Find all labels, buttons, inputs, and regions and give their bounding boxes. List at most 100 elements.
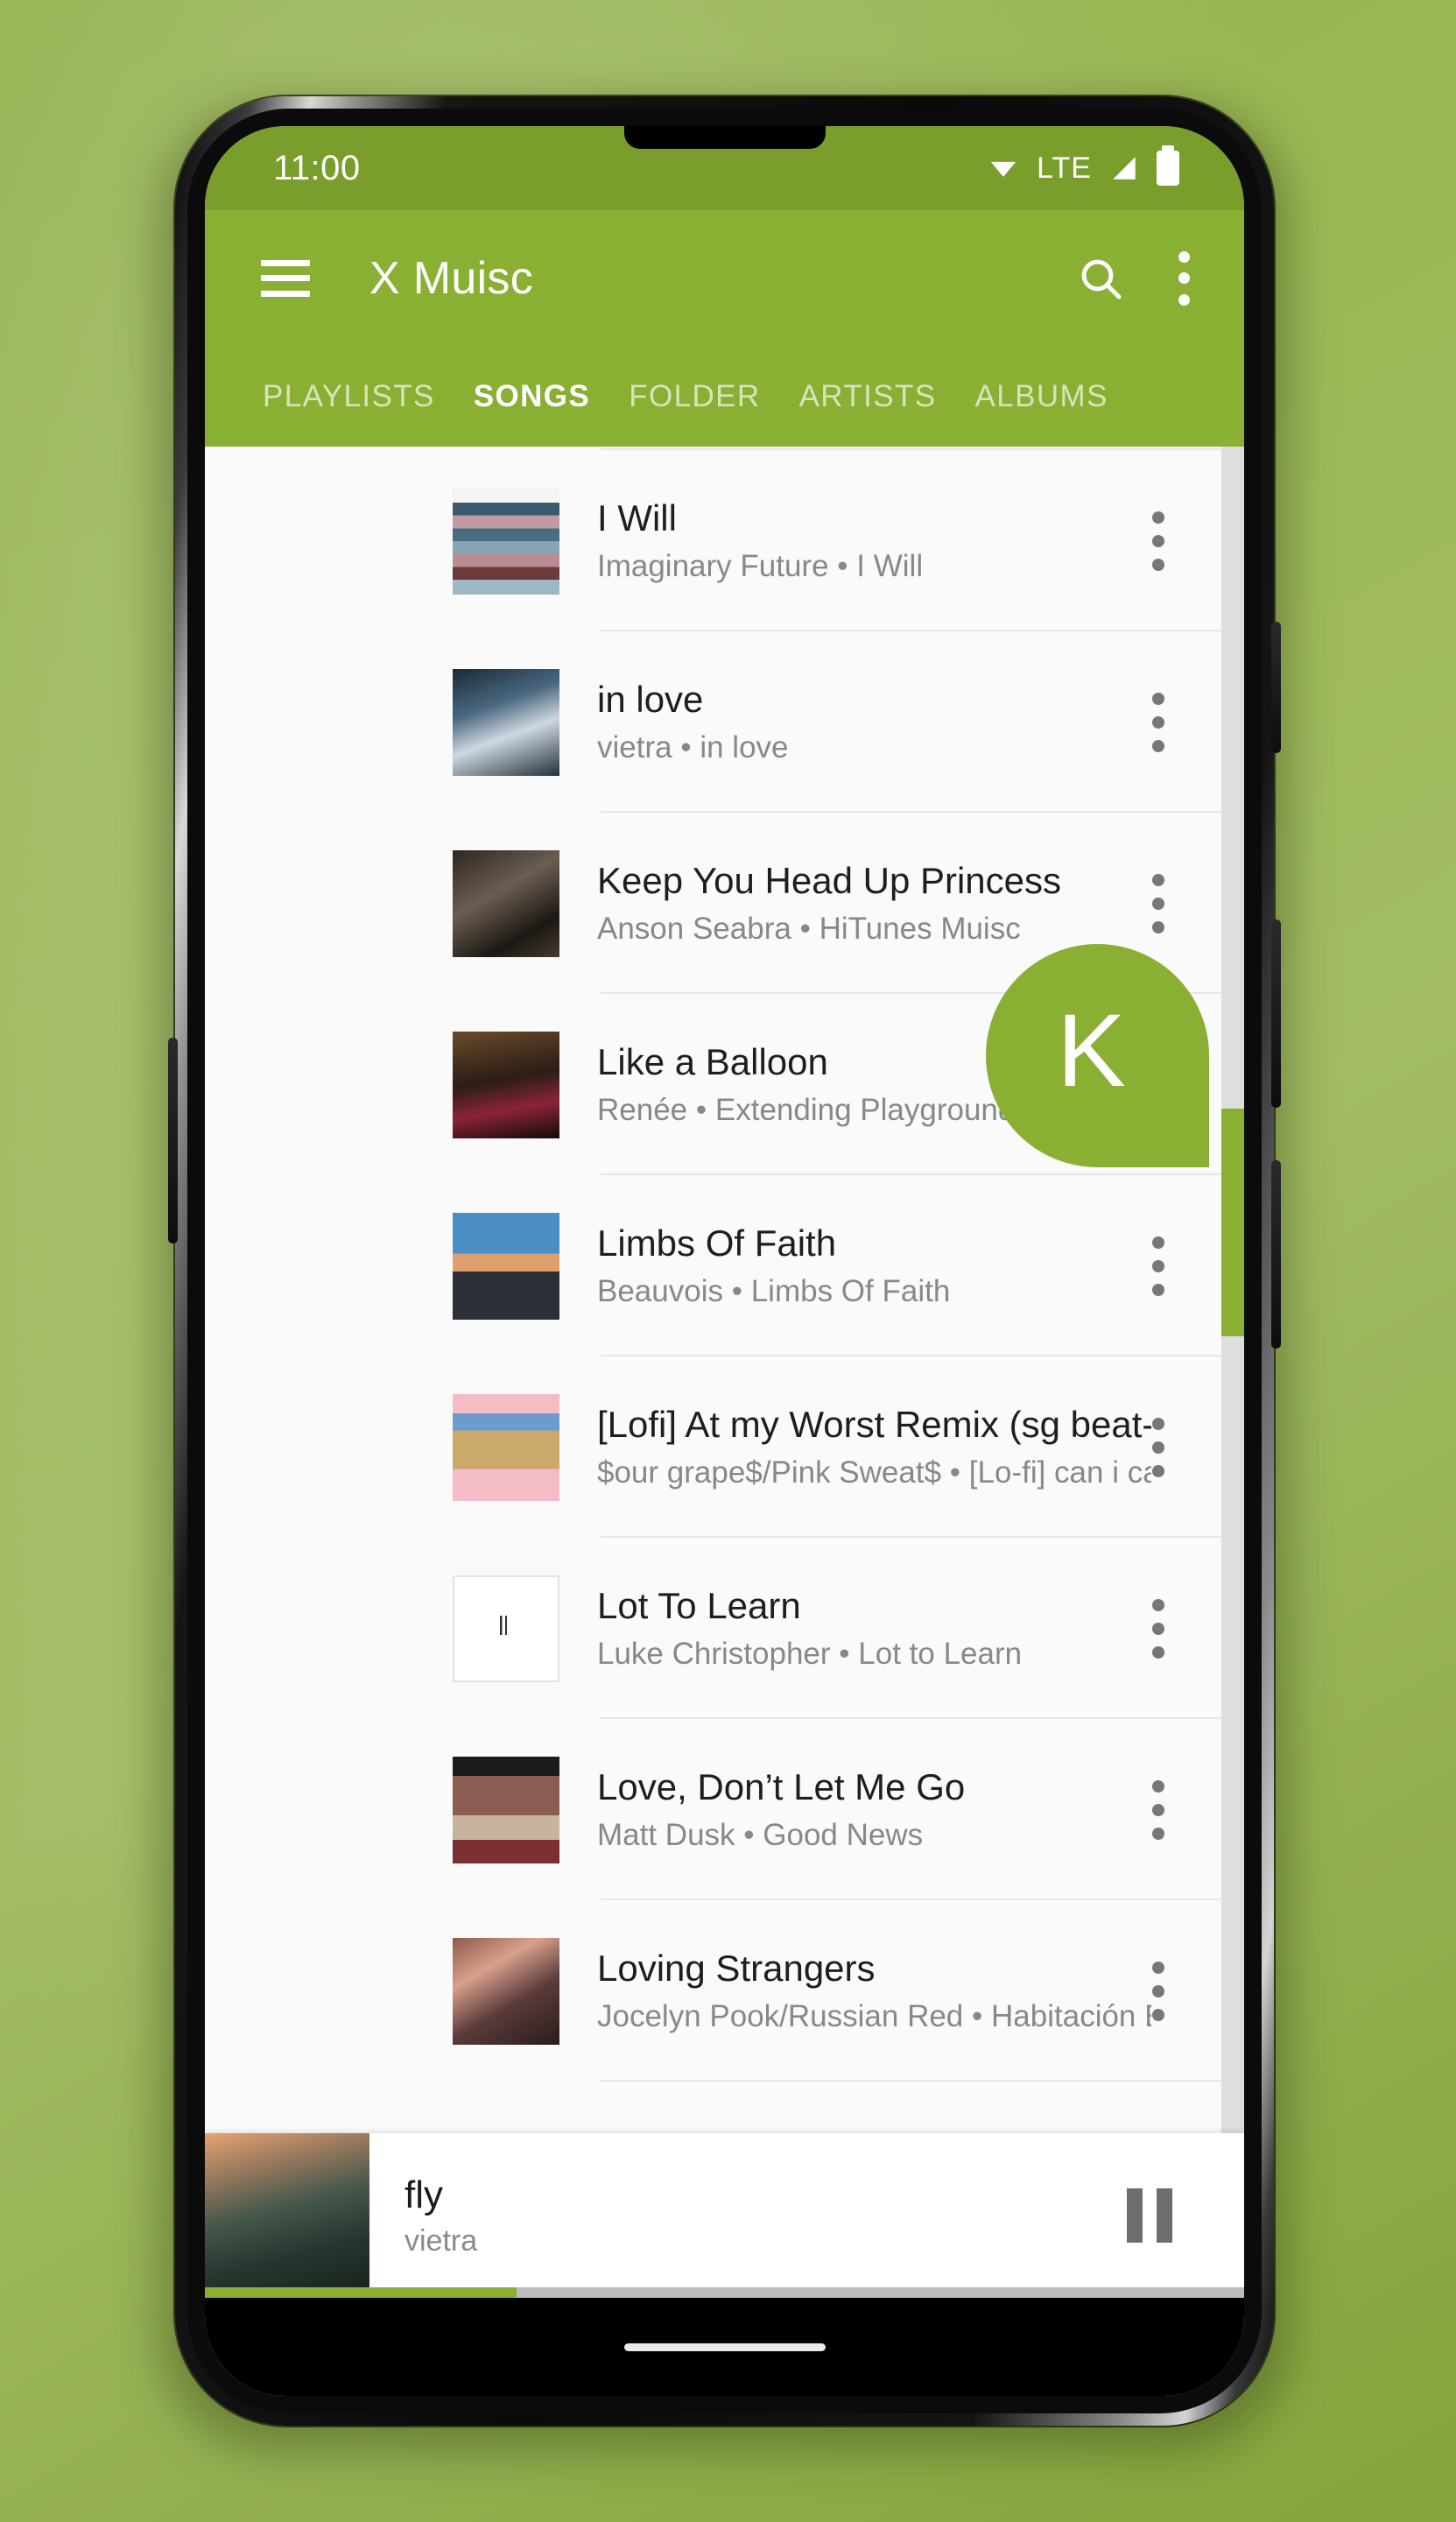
power-button[interactable]	[1271, 622, 1281, 753]
song-list-container: I Will Imaginary Future • I Will in love…	[205, 447, 1244, 2298]
song-album: HiTunes Muisc	[819, 912, 1021, 946]
song-album: Extending Playground	[714, 1093, 1016, 1127]
separator: •	[837, 549, 848, 583]
phone-device: 11:00 LTE X Muisc PLAYLISTS SONGS FOLDER…	[159, 96, 1290, 2450]
song-meta: [Lofi] At my Worst Remix (sg beat-ca… $o…	[597, 1404, 1151, 1490]
song-subtitle: Imaginary Future • I Will	[597, 549, 1151, 584]
table-row[interactable]: in love vietra • in love	[205, 631, 1244, 813]
camera-notch	[623, 126, 826, 149]
signal-icon	[1113, 157, 1136, 180]
phone-screen: 11:00 LTE X Muisc PLAYLISTS SONGS FOLDER…	[205, 126, 1244, 2396]
separator: •	[731, 1274, 742, 1308]
album-art	[453, 668, 559, 776]
album-art	[453, 1574, 559, 1682]
table-row[interactable]: Love, Don’t Let Me Go Matt Dusk • Good N…	[205, 1719, 1244, 1900]
row-overflow-icon[interactable]	[1151, 1779, 1165, 1840]
song-album: Limbs Of Faith	[750, 1274, 951, 1308]
song-meta: Keep You Head Up Princess Anson Seabra •…	[597, 860, 1151, 947]
playback-progress-fill	[205, 2287, 517, 2298]
wifi-icon	[990, 161, 1016, 177]
volume-up-button[interactable]	[1271, 919, 1281, 1108]
album-art	[453, 1031, 559, 1138]
song-artist: Luke Christopher	[597, 1637, 831, 1671]
tab-bar: PLAYLISTS SONGS FOLDER ARTISTS ALBUMS	[205, 346, 1244, 447]
song-meta: Limbs Of Faith Beauvois • Limbs Of Faith	[597, 1222, 1151, 1309]
song-album: [Lo-fi] can i ca…	[968, 1455, 1151, 1490]
album-art	[453, 1393, 559, 1501]
song-subtitle: vietra • in love	[597, 730, 1151, 765]
song-subtitle: Matt Dusk • Good News	[597, 1818, 1151, 1853]
song-meta: I Will Imaginary Future • I Will	[597, 497, 1151, 584]
song-meta: Loving Strangers Jocelyn Pook/Russian Re…	[597, 1948, 1151, 2034]
separator: •	[799, 912, 811, 946]
table-row[interactable]: Limbs Of Faith Beauvois • Limbs Of Faith	[205, 1175, 1244, 1356]
pause-icon[interactable]	[1127, 2188, 1172, 2243]
assistant-button[interactable]	[168, 1038, 178, 1243]
mini-player[interactable]: fly vietra	[205, 2133, 1244, 2298]
separator: •	[972, 1999, 983, 2033]
app-bar: X Muisc	[205, 210, 1244, 346]
song-artist: Renée	[597, 1093, 688, 1127]
row-overflow-icon[interactable]	[1151, 1598, 1165, 1659]
song-title: [Lofi] At my Worst Remix (sg beat-ca…	[597, 1404, 1151, 1445]
row-overflow-icon[interactable]	[1151, 1236, 1165, 1296]
song-title: Love, Don’t Let Me Go	[597, 1766, 966, 1807]
status-icons: LTE	[986, 145, 1179, 186]
separator: •	[695, 1093, 707, 1127]
song-subtitle: Jocelyn Pook/Russian Red • Habitación E…	[597, 1999, 1151, 2034]
tab-playlists[interactable]: PLAYLISTS	[243, 379, 454, 414]
navigation-bar	[205, 2298, 1244, 2396]
row-overflow-icon[interactable]	[1151, 511, 1165, 571]
table-row[interactable]: I Will Imaginary Future • I Will	[205, 450, 1244, 631]
home-indicator[interactable]	[623, 2342, 826, 2351]
song-artist: Imaginary Future	[597, 549, 829, 583]
song-meta: Lot To Learn Luke Christopher • Lot to L…	[597, 1585, 1151, 1672]
table-row[interactable]: Loving Strangers Jocelyn Pook/Russian Re…	[205, 1900, 1244, 2082]
song-artist: Beauvois	[597, 1274, 723, 1308]
app-bar-actions	[1076, 250, 1190, 306]
separator: •	[949, 1455, 961, 1490]
album-art	[453, 849, 559, 957]
separator: •	[680, 730, 692, 764]
tab-folder[interactable]: FOLDER	[609, 379, 779, 414]
song-title: Keep You Head Up Princess	[597, 860, 1062, 901]
song-album: Good News	[763, 1818, 924, 1852]
table-row[interactable]: Lot To Learn Luke Christopher • Lot to L…	[205, 1538, 1244, 1719]
song-album: I Will	[856, 549, 924, 583]
row-overflow-icon[interactable]	[1151, 1417, 1165, 1477]
fast-scroll-bubble[interactable]: K	[986, 944, 1209, 1167]
song-meta: Love, Don’t Let Me Go Matt Dusk • Good N…	[597, 1766, 1151, 1853]
volume-down-button[interactable]	[1271, 1160, 1281, 1349]
app-title: X Muisc	[369, 252, 534, 304]
row-overflow-icon[interactable]	[1151, 1961, 1165, 2021]
song-subtitle: Luke Christopher • Lot to Learn	[597, 1637, 1151, 1672]
song-artist: $our grape$/Pink Sweat$	[597, 1455, 942, 1490]
song-album: Lot to Learn	[858, 1637, 1023, 1671]
separator: •	[839, 1637, 850, 1671]
song-subtitle: Beauvois • Limbs Of Faith	[597, 1274, 1151, 1309]
album-art	[453, 1212, 559, 1320]
network-type-label: LTE	[1037, 151, 1092, 185]
scrollbar-thumb[interactable]	[1221, 1109, 1244, 1336]
song-title: Lot To Learn	[597, 1585, 801, 1626]
song-title: Limbs Of Faith	[597, 1222, 837, 1264]
song-album: Habitación E…	[991, 1999, 1151, 2033]
search-icon[interactable]	[1076, 254, 1125, 303]
more-vertical-icon[interactable]	[1178, 250, 1190, 306]
row-overflow-icon[interactable]	[1151, 692, 1165, 752]
tab-artists[interactable]: ARTISTS	[780, 379, 956, 414]
tab-songs[interactable]: SONGS	[454, 379, 609, 414]
playback-progress-bar[interactable]	[205, 2287, 1244, 2298]
song-list: I Will Imaginary Future • I Will in love…	[205, 447, 1244, 2082]
table-row[interactable]: [Lofi] At my Worst Remix (sg beat-ca… $o…	[205, 1356, 1244, 1538]
scrollbar-track[interactable]	[1221, 447, 1244, 2298]
player-meta: fly vietra	[404, 2173, 1127, 2258]
song-artist: Anson Seabra	[597, 912, 791, 946]
status-clock: 11:00	[273, 148, 361, 187]
row-overflow-icon[interactable]	[1151, 873, 1165, 933]
player-song-title: fly	[404, 2173, 443, 2216]
hamburger-menu-icon[interactable]	[261, 259, 310, 297]
player-album-art	[205, 2133, 369, 2298]
tab-albums[interactable]: ALBUMS	[956, 379, 1128, 414]
player-song-artist: vietra	[404, 2223, 478, 2258]
